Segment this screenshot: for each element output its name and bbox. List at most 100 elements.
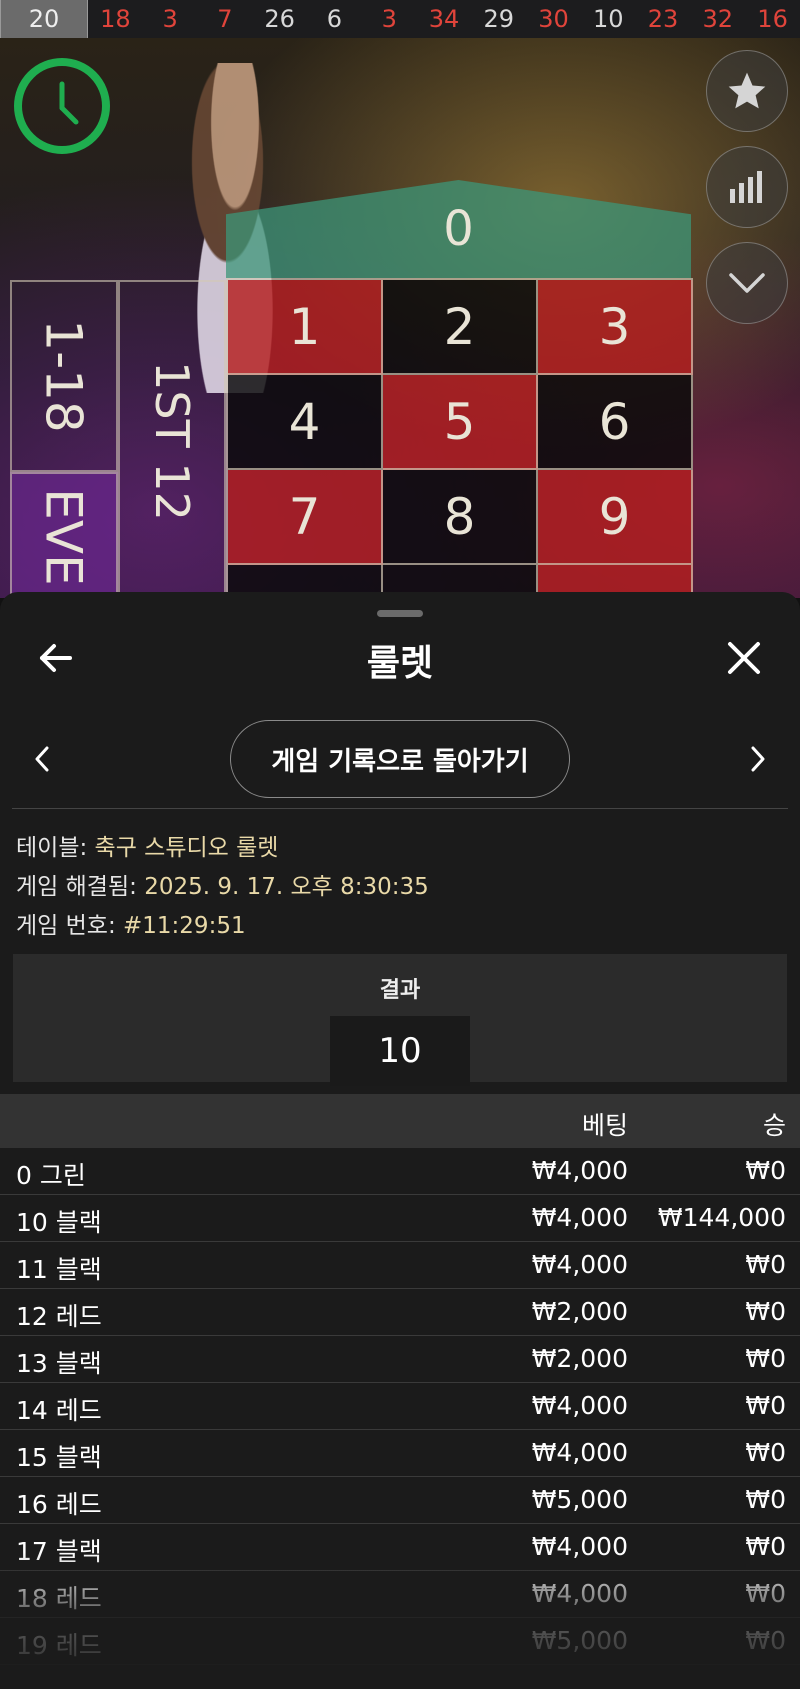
bet-spot-first-dozen[interactable]: 1ST 12 bbox=[118, 280, 226, 598]
bet-spot-number[interactable]: 5 bbox=[383, 375, 538, 470]
cell-name: 0 그린 bbox=[16, 1161, 86, 1190]
table-row: 10 블랙 ₩4,000 ₩144,000 bbox=[0, 1195, 800, 1242]
live-video: 0 123456789 1-18 EVE 1ST 12 bbox=[0, 38, 800, 598]
bet-spot-number[interactable]: 1 bbox=[228, 280, 383, 375]
resolved-info: 게임 해결됨: 2025. 9. 17. 오후 8:30:35 bbox=[16, 867, 429, 901]
bet-spot-even[interactable]: EVE bbox=[10, 472, 118, 598]
cell-win: ₩0 bbox=[745, 1438, 786, 1467]
cell-win: ₩0 bbox=[745, 1250, 786, 1279]
number-grid: 123 456 789 bbox=[226, 278, 693, 598]
cell-bet: ₩2,000 bbox=[531, 1344, 628, 1373]
cell-name: 13 블랙 bbox=[16, 1349, 102, 1378]
info-label: 게임 해결됨: bbox=[16, 874, 137, 900]
cell-win: ₩0 bbox=[745, 1579, 786, 1608]
bet-spot-number[interactable]: 4 bbox=[228, 375, 383, 470]
cell-bet: ₩4,000 bbox=[531, 1438, 628, 1467]
history-result: 34 bbox=[428, 5, 460, 33]
cell-bet: ₩4,000 bbox=[531, 1391, 628, 1420]
history-result: 6 bbox=[326, 5, 343, 33]
column-header-bet: 베팅 bbox=[581, 1111, 628, 1140]
cell-bet: ₩4,000 bbox=[531, 1532, 628, 1561]
cell-name: 12 레드 bbox=[16, 1302, 102, 1331]
bet-spot-number[interactable]: 2 bbox=[383, 280, 538, 375]
cell-bet: ₩5,000 bbox=[531, 1626, 628, 1655]
bets-table-body: 0 그린 ₩4,000 ₩0 10 블랙 ₩4,000 ₩144,000 11 블랙 ₩4,0… bbox=[0, 1148, 800, 1665]
next-game-button[interactable] bbox=[748, 744, 768, 778]
chevron-right-icon bbox=[751, 746, 765, 772]
bet-spot-number[interactable]: 8 bbox=[383, 470, 538, 565]
cell-bet: ₩4,000 bbox=[531, 1156, 628, 1185]
bet-spot-label: 1-18 bbox=[35, 319, 94, 433]
bet-spot-number[interactable]: 6 bbox=[538, 375, 693, 470]
bet-spot-number[interactable]: 9 bbox=[538, 470, 693, 565]
game-number-info: 게임 번호: #11:29:51 bbox=[16, 906, 246, 940]
table-row: 19 레드 ₩5,000 ₩0 bbox=[0, 1618, 800, 1665]
close-button[interactable] bbox=[726, 640, 762, 680]
history-result: 16 bbox=[757, 5, 788, 33]
table-row: 11 블랙 ₩4,000 ₩0 bbox=[0, 1242, 800, 1289]
info-label: 테이블: bbox=[16, 835, 88, 861]
cell-name: 15 블랙 bbox=[16, 1443, 102, 1472]
previous-game-button[interactable] bbox=[32, 744, 52, 778]
info-value: 축구 스튜디오 룰렛 bbox=[94, 835, 279, 861]
cell-name: 17 블랙 bbox=[16, 1537, 102, 1566]
latest-result: 20 bbox=[0, 0, 88, 39]
clock-icon bbox=[14, 58, 110, 154]
history-result: 3 bbox=[381, 5, 397, 33]
bet-spot-label: 1ST 12 bbox=[145, 361, 200, 521]
table-row: 16 레드 ₩5,000 ₩0 bbox=[0, 1477, 800, 1524]
result-panel: 결과 10 bbox=[13, 954, 787, 1086]
table-row: 12 레드 ₩2,000 ₩0 bbox=[0, 1289, 800, 1336]
cell-win: ₩0 bbox=[745, 1485, 786, 1514]
back-to-history-button[interactable]: 게임 기록으로 돌아가기 bbox=[230, 720, 570, 798]
cell-name: 19 레드 bbox=[16, 1631, 102, 1660]
history-result: 30 bbox=[538, 5, 569, 33]
table-row: 13 블랙 ₩2,000 ₩0 bbox=[0, 1336, 800, 1383]
chevron-down-icon bbox=[729, 273, 765, 293]
column-header-win: 승 bbox=[762, 1111, 786, 1140]
info-value: #11:29:51 bbox=[123, 913, 246, 939]
bets-table-header: 베팅 승 bbox=[0, 1094, 800, 1148]
cell-win: ₩0 bbox=[745, 1532, 786, 1561]
cell-name: 18 레드 bbox=[16, 1584, 102, 1613]
table-info: 테이블: 축구 스튜디오 룰렛 bbox=[16, 828, 278, 862]
result-value: 10 bbox=[330, 1016, 470, 1086]
bet-spot-number[interactable]: 7 bbox=[228, 470, 383, 565]
cell-bet: ₩4,000 bbox=[531, 1579, 628, 1608]
cell-win: ₩0 bbox=[745, 1626, 786, 1655]
cell-win: ₩0 bbox=[745, 1156, 786, 1185]
cell-bet: ₩4,000 bbox=[531, 1203, 628, 1232]
table-row: 17 블랙 ₩4,000 ₩0 bbox=[0, 1524, 800, 1571]
favorite-button[interactable] bbox=[706, 50, 788, 132]
collapse-button[interactable] bbox=[706, 242, 788, 324]
table-row: 15 블랙 ₩4,000 ₩0 bbox=[0, 1430, 800, 1477]
cell-bet: ₩5,000 bbox=[531, 1485, 628, 1514]
history-result: 10 bbox=[593, 5, 624, 33]
sheet-title: 룰렛 bbox=[366, 643, 434, 684]
cell-bet: ₩2,000 bbox=[531, 1297, 628, 1326]
history-result: 23 bbox=[647, 5, 679, 33]
star-icon bbox=[728, 72, 766, 109]
cell-name: 14 레드 bbox=[16, 1396, 102, 1425]
info-value: 2025. 9. 17. 오후 8:30:35 bbox=[144, 874, 429, 900]
bet-spot-number[interactable]: 3 bbox=[538, 280, 693, 375]
drag-handle[interactable] bbox=[377, 610, 423, 617]
table-row: 18 레드 ₩4,000 ₩0 bbox=[0, 1571, 800, 1618]
chevron-left-icon bbox=[35, 746, 49, 772]
cell-name: 10 블랙 bbox=[16, 1208, 102, 1237]
cell-win: ₩0 bbox=[745, 1297, 786, 1326]
history-result: 3 bbox=[162, 5, 178, 33]
bet-spot-1-18[interactable]: 1-18 bbox=[10, 280, 118, 472]
info-label: 게임 번호: bbox=[16, 913, 116, 939]
bet-spot-label: EVE bbox=[34, 488, 93, 586]
cell-bet: ₩4,000 bbox=[531, 1250, 628, 1279]
history-result: 29 bbox=[483, 5, 515, 33]
stats-icon bbox=[730, 171, 762, 203]
history-result: 32 bbox=[702, 5, 734, 33]
result-label: 결과 bbox=[379, 978, 421, 1003]
statistics-button[interactable] bbox=[706, 146, 788, 228]
divider bbox=[12, 808, 788, 809]
cell-win: ₩0 bbox=[745, 1391, 786, 1420]
table-row: 14 레드 ₩4,000 ₩0 bbox=[0, 1383, 800, 1430]
close-icon bbox=[728, 642, 760, 674]
